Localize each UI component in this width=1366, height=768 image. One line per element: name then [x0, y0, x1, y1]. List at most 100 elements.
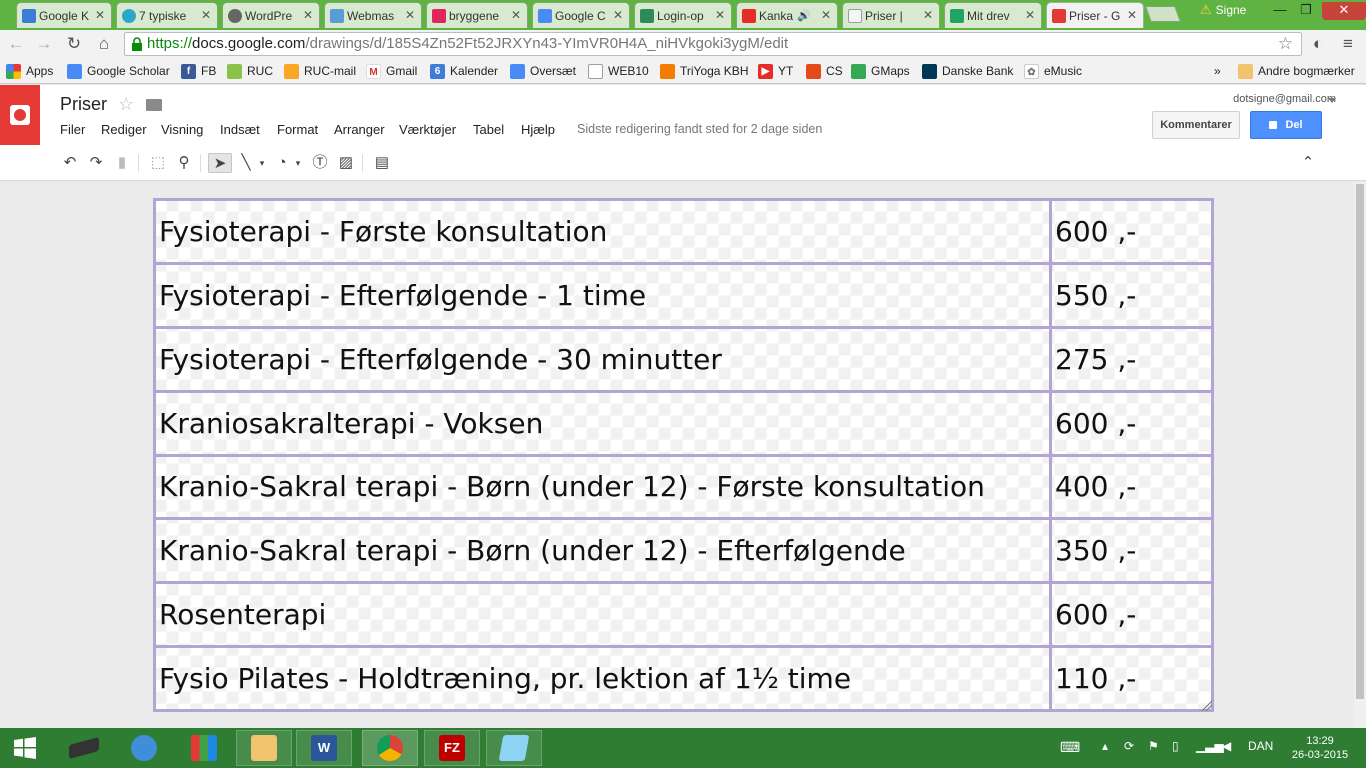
menu-hjaelp[interactable]: Hjælp: [521, 122, 561, 137]
close-icon[interactable]: ✕: [95, 8, 105, 22]
menu-format[interactable]: Format: [277, 122, 334, 137]
price-cell[interactable]: 600 ,-: [1049, 581, 1214, 649]
tab-google-translate[interactable]: Google C ✕: [532, 2, 630, 28]
menu-indsaet[interactable]: Indsæt: [220, 122, 277, 137]
chrome-menu-icon[interactable]: ≡: [1338, 34, 1358, 54]
table-row[interactable]: Fysioterapi - Efterfølgende - 1 time 550…: [153, 261, 1214, 329]
taskbar-clock[interactable]: 13:29 26-03-2015: [1290, 734, 1350, 762]
price-table[interactable]: Fysioterapi - Første konsultation 600 ,-…: [153, 198, 1214, 712]
laptop-app-icon[interactable]: [56, 730, 112, 766]
address-bar[interactable]: https://docs.google.com/drawings/d/185S4…: [124, 32, 1302, 56]
table-row[interactable]: Fysioterapi - Første konsultation 600 ,-: [153, 198, 1214, 265]
bookmark-gmail[interactable]: M Gmail: [366, 62, 417, 80]
document-title[interactable]: Priser: [60, 94, 107, 115]
input-language[interactable]: DAN: [1248, 739, 1273, 753]
resize-handle[interactable]: [1200, 699, 1212, 711]
folder-icon[interactable]: [146, 99, 162, 111]
redo-icon[interactable]: ↷: [86, 153, 106, 173]
undo-icon[interactable]: ↶: [60, 153, 80, 173]
close-icon[interactable]: ✕: [303, 8, 313, 22]
home-icon[interactable]: ⌂: [94, 34, 114, 54]
close-icon[interactable]: ✕: [821, 8, 831, 22]
scrollbar-thumb[interactable]: [1356, 184, 1364, 699]
bookmark-oversaet[interactable]: Oversæt: [510, 62, 576, 80]
comment-icon[interactable]: ▤: [372, 153, 392, 173]
shape-dropdown-caret-icon[interactable]: ▾: [292, 153, 304, 173]
more-bookmarks-button[interactable]: »: [1214, 62, 1221, 80]
price-cell[interactable]: 600 ,-: [1049, 389, 1214, 457]
price-cell[interactable]: 110 ,-: [1049, 645, 1214, 712]
forward-button[interactable]: →: [34, 34, 54, 54]
start-button[interactable]: [0, 730, 50, 766]
zoom-icon[interactable]: ⚲: [174, 153, 194, 173]
bookmark-cs[interactable]: CS: [806, 62, 843, 80]
show-hidden-icons-chevron-icon[interactable]: ▴: [1102, 739, 1108, 753]
extension-icon[interactable]: ◐: [1308, 34, 1328, 54]
word-icon[interactable]: W: [296, 730, 352, 766]
bookmark-apps[interactable]: Apps: [6, 62, 53, 80]
service-cell[interactable]: Rosenterapi: [153, 581, 1052, 649]
price-cell[interactable]: 400 ,-: [1049, 453, 1214, 521]
bookmark-gmaps[interactable]: GMaps: [851, 62, 910, 80]
collapse-chevron-icon[interactable]: ⌃: [1298, 153, 1318, 173]
shape-tool-icon[interactable]: ◔: [272, 153, 292, 173]
service-cell[interactable]: Fysioterapi - Første konsultation: [153, 198, 1052, 265]
table-row[interactable]: Kranio-Sakral terapi - Børn (under 12) -…: [153, 453, 1214, 521]
menu-vaerktoejer[interactable]: Værktøjer: [399, 122, 473, 137]
reload-button[interactable]: ↻: [64, 34, 84, 54]
notepad-app-icon[interactable]: [486, 730, 542, 766]
bookmark-yt[interactable]: ▶ YT: [758, 62, 793, 80]
menu-rediger[interactable]: Rediger: [101, 122, 161, 137]
service-cell[interactable]: Fysio Pilates - Holdtræning, pr. lektion…: [153, 645, 1052, 712]
new-tab-button[interactable]: [1145, 6, 1181, 22]
bookmark-ruc-mail[interactable]: RUC-mail: [284, 62, 356, 80]
last-edit-link[interactable]: Sidste redigering fandt sted for 2 dage …: [577, 122, 822, 136]
service-cell[interactable]: Kraniosakralterapi - Voksen: [153, 389, 1052, 457]
close-icon[interactable]: ✕: [1127, 8, 1137, 22]
file-explorer-icon[interactable]: [236, 730, 292, 766]
network-app-icon[interactable]: [116, 730, 172, 766]
bookmark-web10[interactable]: WEB10: [588, 62, 649, 80]
bookmark-danske-bank[interactable]: Danske Bank: [922, 62, 1013, 80]
filezilla-icon[interactable]: FZ: [424, 730, 480, 766]
menu-visning[interactable]: Visning: [161, 122, 220, 137]
image-icon[interactable]: ▨: [336, 153, 356, 173]
tiles-app-icon[interactable]: [176, 730, 232, 766]
share-button[interactable]: Del: [1250, 111, 1322, 139]
bookmark-kalender[interactable]: 6 Kalender: [430, 62, 498, 80]
service-cell[interactable]: Fysioterapi - Efterfølgende - 1 time: [153, 261, 1052, 329]
battery-icon[interactable]: ▯: [1172, 739, 1179, 753]
sync-icon[interactable]: ⟳: [1124, 739, 1134, 753]
drawings-logo-icon[interactable]: [0, 85, 40, 145]
bookmark-star-icon[interactable]: ☆: [1278, 33, 1293, 55]
service-cell[interactable]: Kranio-Sakral terapi - Børn (under 12) -…: [153, 517, 1052, 585]
close-icon[interactable]: ✕: [715, 8, 725, 22]
close-icon[interactable]: ✕: [1025, 8, 1035, 22]
profile-badge[interactable]: ⚠ Signe: [1200, 2, 1246, 18]
bookmark-google-scholar[interactable]: Google Scholar: [67, 62, 170, 80]
line-tool-icon[interactable]: ╲: [236, 153, 256, 173]
flag-icon[interactable]: ⚑: [1148, 739, 1159, 753]
chrome-icon[interactable]: [362, 730, 418, 766]
tab-wordpress[interactable]: WordPre ✕: [222, 2, 320, 28]
bookmark-triyoga[interactable]: TriYoga KBH: [660, 62, 748, 80]
tab-kanka-youtube[interactable]: Kanka 🔊 ✕: [736, 2, 838, 28]
text-box-icon[interactable]: Ⓣ: [310, 153, 330, 173]
volume-icon[interactable]: ◀: [1222, 739, 1231, 753]
star-icon[interactable]: ☆: [118, 94, 134, 115]
service-cell[interactable]: Kranio-Sakral terapi - Børn (under 12) -…: [153, 453, 1052, 521]
price-cell[interactable]: 550 ,-: [1049, 261, 1214, 329]
price-cell[interactable]: 275 ,-: [1049, 325, 1214, 393]
close-icon[interactable]: ✕: [405, 8, 415, 22]
price-cell[interactable]: 600 ,-: [1049, 198, 1214, 265]
table-row[interactable]: Rosenterapi 600 ,-: [153, 581, 1214, 649]
bookmark-fb[interactable]: f FB: [181, 62, 216, 80]
menu-filer[interactable]: Filer: [60, 122, 101, 137]
tab-google-drive[interactable]: Mit drev ✕: [944, 2, 1042, 28]
close-icon[interactable]: ✕: [201, 8, 211, 22]
zoom-fit-icon[interactable]: ⬚: [148, 153, 168, 173]
tab-google-calendar[interactable]: Google K ✕: [16, 2, 112, 28]
chevron-down-icon[interactable]: [1328, 98, 1336, 103]
menu-tabel[interactable]: Tabel: [473, 122, 521, 137]
table-row[interactable]: Kranio-Sakral terapi - Børn (under 12) -…: [153, 517, 1214, 585]
